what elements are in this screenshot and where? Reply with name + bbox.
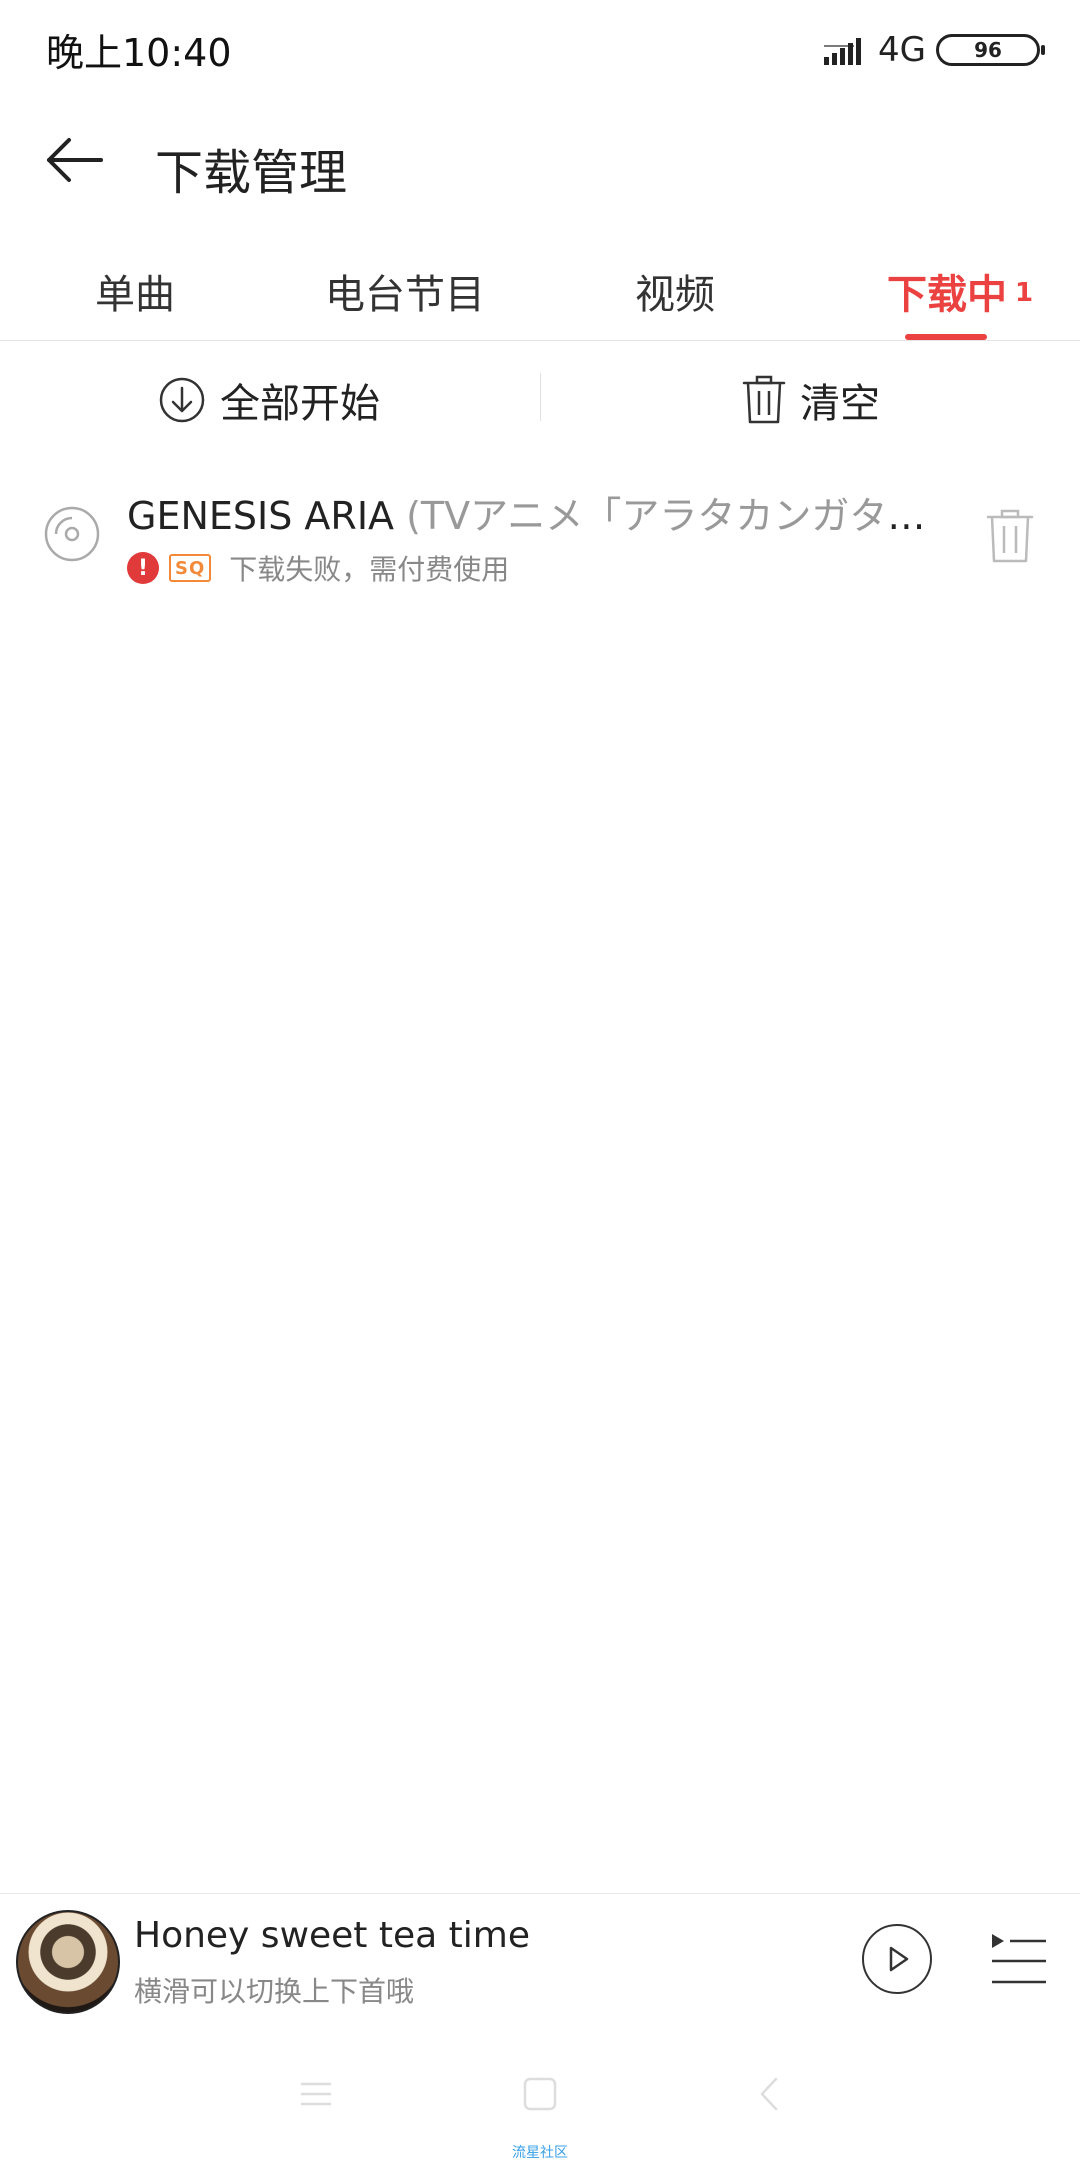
tab-radio[interactable]: 电台节目 <box>305 250 505 340</box>
start-all-button[interactable]: 全部开始 <box>158 365 380 435</box>
nav-back-icon[interactable] <box>752 2076 788 2112</box>
tab-videos[interactable]: 视频 <box>595 250 755 340</box>
battery-level: 96 <box>974 38 1002 62</box>
start-all-label: 全部开始 <box>220 381 380 427</box>
nav-home-icon[interactable] <box>522 2076 558 2112</box>
tab-label: 视频 <box>635 272 715 318</box>
battery-icon: 96 <box>936 34 1045 66</box>
watermark: 流星社区 <box>512 2145 568 2161</box>
player-divider <box>0 1893 1080 1894</box>
clear-button[interactable]: 清空 <box>742 365 880 435</box>
playlist-button[interactable] <box>990 1932 1048 1987</box>
tab-downloading[interactable]: 下载中 1 <box>870 250 1050 340</box>
download-circle-icon <box>159 377 205 423</box>
tab-songs[interactable]: 单曲 <box>40 250 230 340</box>
toolbar-divider <box>540 373 541 421</box>
download-title-sub: (TVアニメ「アラタカンガタリ～革神語～」OPテーマ) <box>406 494 927 538</box>
play-icon <box>889 1946 909 1972</box>
download-title-main: GENESIS ARIA <box>127 494 395 538</box>
download-title: GENESIS ARIA (TVアニメ「アラタカンガタリ～革神語～」OPテーマ) <box>127 485 927 540</box>
player-song-title[interactable]: Honey sweet tea time <box>134 1915 530 1956</box>
back-button[interactable] <box>40 125 110 195</box>
tab-label: 单曲 <box>95 272 175 318</box>
tab-bar: 单曲 电台节目 视频 下载中 1 <box>0 250 1080 340</box>
download-status: 下载失败，需付费使用 <box>229 553 510 586</box>
album-art[interactable] <box>16 1910 120 2014</box>
arrow-left-icon <box>47 138 103 182</box>
tabs-divider <box>0 340 1080 341</box>
page-title: 下载管理 <box>155 145 348 201</box>
tab-count-badge: 1 <box>1014 278 1034 308</box>
clear-label: 清空 <box>800 381 880 427</box>
signal-icon <box>824 38 862 65</box>
player-hint: 横滑可以切换上下首哦 <box>134 1975 415 2008</box>
quality-badge: SQ <box>169 554 212 582</box>
nav-menu-icon[interactable] <box>298 2076 334 2112</box>
tab-label: 电台节目 <box>325 272 485 318</box>
play-button[interactable] <box>862 1924 932 1994</box>
network-type: 4G <box>878 30 926 70</box>
status-indicators: 4G 96 <box>824 22 1045 78</box>
status-time: 晚上10:40 <box>46 31 232 75</box>
disc-icon <box>44 506 100 562</box>
tab-label: 下载中 <box>886 272 1007 318</box>
delete-item-button[interactable] <box>985 508 1035 564</box>
error-icon: ! <box>127 552 159 584</box>
download-meta: ! SQ 下载失败，需付费使用 <box>127 548 509 588</box>
trash-icon <box>742 375 786 424</box>
